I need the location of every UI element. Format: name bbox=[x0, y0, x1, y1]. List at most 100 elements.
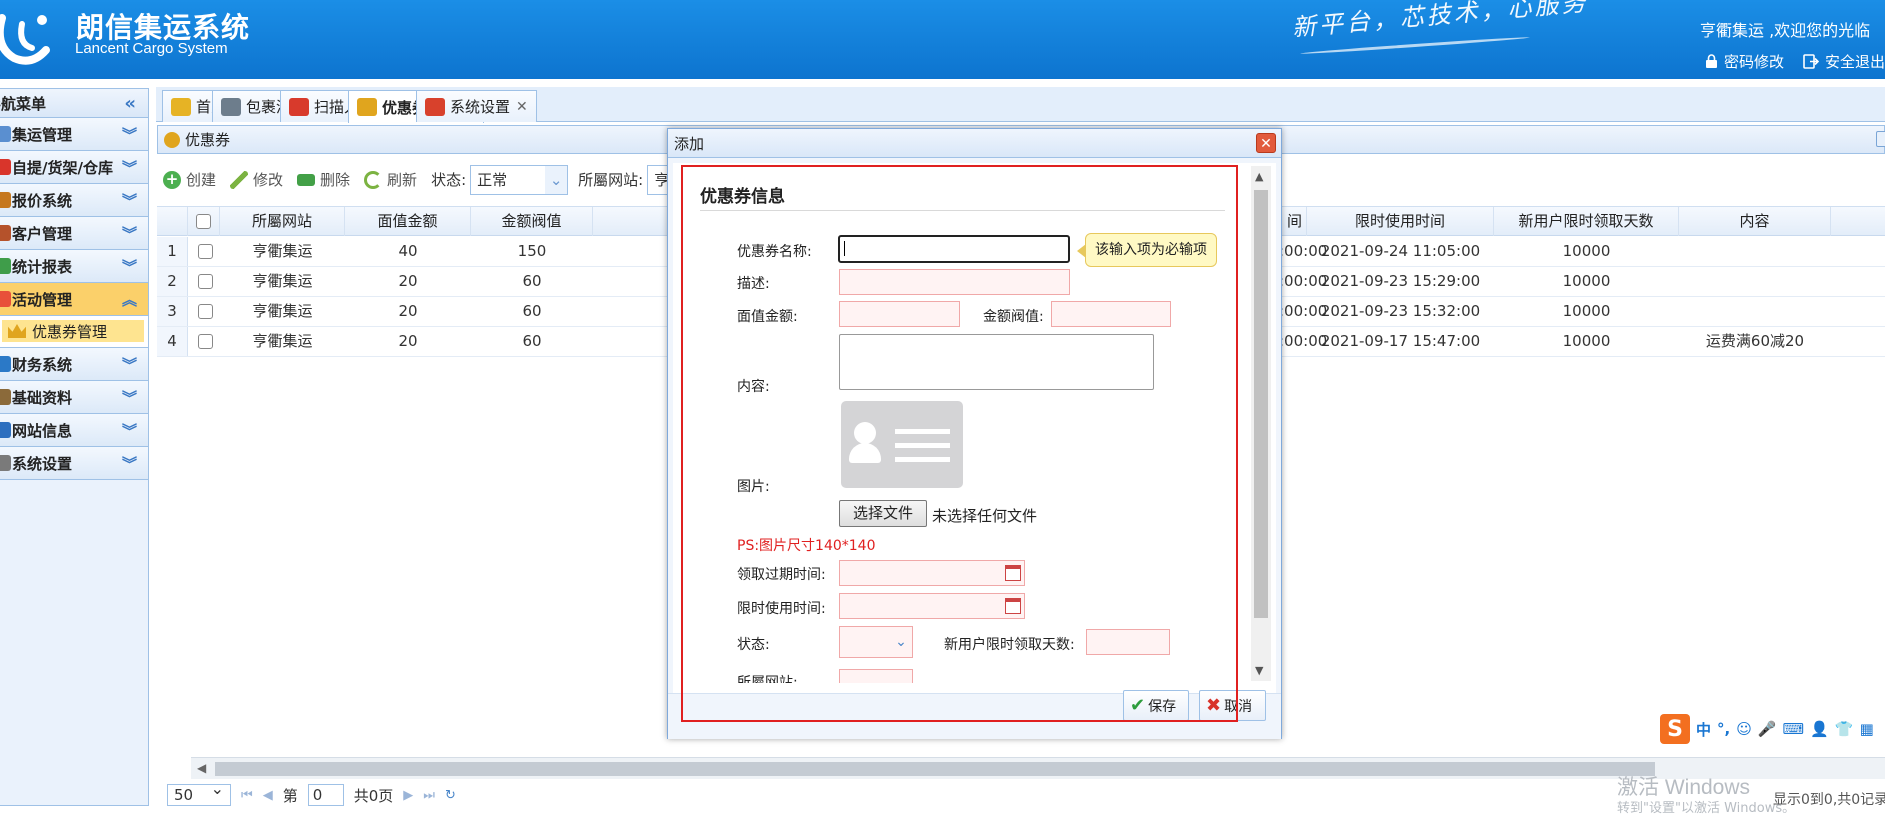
site-select[interactable]: ⌄ bbox=[839, 669, 913, 683]
password-change-link[interactable]: 密码修改 bbox=[1705, 51, 1784, 72]
sidebar-item-website[interactable]: 网站信息 ︾ bbox=[0, 414, 148, 447]
coupon-name-input[interactable] bbox=[838, 235, 1070, 263]
col-limit-time[interactable]: 限时使用时间 bbox=[1307, 207, 1494, 236]
site-row-clip: 所屬网站: ⌄ bbox=[700, 664, 1220, 683]
reload-icon[interactable]: ↻ bbox=[445, 788, 456, 803]
refresh-button[interactable]: 刷新 bbox=[364, 169, 417, 190]
new-user-days-label: 新用户限时领取天数: bbox=[944, 637, 1075, 653]
last-page-icon[interactable]: ⏭ bbox=[423, 788, 435, 803]
cancel-button[interactable]: ✖ 取消 bbox=[1199, 690, 1266, 721]
chevron-down-icon[interactable]: ︾ bbox=[122, 190, 137, 211]
sidebar-item-cargo[interactable]: 集运管理 ︾ bbox=[0, 118, 148, 151]
close-icon[interactable]: ✕ bbox=[1256, 133, 1276, 153]
calendar-icon[interactable] bbox=[1005, 598, 1021, 614]
chevron-down-icon[interactable]: ︾ bbox=[122, 420, 137, 441]
prev-page-icon[interactable]: ◀ bbox=[263, 788, 273, 803]
expire-time-input[interactable] bbox=[839, 560, 1025, 586]
dialog-scroll-thumb[interactable] bbox=[1254, 190, 1268, 618]
page-number-input[interactable]: 0 bbox=[307, 784, 344, 806]
next-page-icon[interactable]: ▶ bbox=[403, 788, 413, 803]
scroll-thumb[interactable] bbox=[215, 762, 1655, 776]
toolbox-icon[interactable]: ▦ bbox=[1860, 720, 1874, 738]
app-header: 朗信集运系统 Lancent Cargo System 新平台，芯技术，心服务 … bbox=[0, 0, 1885, 79]
sidebar-item-activity[interactable]: 活动管理 ︽ bbox=[0, 283, 148, 316]
sidebar-item-warehouse[interactable]: 自提/货架/仓库 ︾ bbox=[0, 151, 148, 184]
sogou-logo-icon[interactable]: S bbox=[1660, 714, 1690, 744]
cell-amount: 40 bbox=[398, 242, 418, 260]
chevron-down-icon[interactable]: ︾ bbox=[122, 354, 137, 375]
col-site[interactable]: 所屬网站 bbox=[220, 207, 345, 236]
sidebar-item-finance[interactable]: 财务系统 ︾ bbox=[0, 348, 148, 381]
scroll-left-icon[interactable]: ◀ bbox=[197, 761, 206, 775]
warehouse-icon bbox=[0, 159, 11, 175]
col-amount[interactable]: 面值金额 bbox=[345, 207, 471, 236]
row-checkbox[interactable] bbox=[198, 274, 213, 289]
skin-icon[interactable]: 👕 bbox=[1835, 720, 1854, 738]
sidebar-item-settings[interactable]: 系统设置 ︾ bbox=[0, 447, 148, 480]
save-button[interactable]: ✔ 保存 bbox=[1123, 690, 1189, 721]
cell-new-user-days: 10000 bbox=[1562, 302, 1611, 320]
chevron-down-icon[interactable]: ︾ bbox=[122, 387, 137, 408]
sidebar-item-label: 客户管理 bbox=[12, 224, 73, 243]
sidebar-item-quote[interactable]: 报价系统 ︾ bbox=[0, 184, 148, 217]
sidebar-item-label: 统计报表 bbox=[12, 257, 73, 276]
scroll-up-icon[interactable]: ▲ bbox=[1255, 170, 1263, 183]
new-user-days-input[interactable] bbox=[1086, 629, 1170, 655]
amount-input[interactable] bbox=[839, 301, 960, 327]
tab-settings[interactable]: 系统设置 ✕ bbox=[416, 90, 537, 122]
chevron-up-icon[interactable]: ︽ bbox=[122, 289, 137, 310]
cell-limit-time: 2021-09-24 11:05:00 bbox=[1320, 242, 1481, 260]
chevron-down-icon[interactable]: ︾ bbox=[122, 256, 137, 277]
cell-content bbox=[1679, 237, 1831, 266]
dialog-vertical-scrollbar[interactable]: ▲ ▼ bbox=[1251, 166, 1271, 681]
chevron-down-icon[interactable]: ︾ bbox=[122, 157, 137, 178]
chevron-down-icon[interactable]: ︾ bbox=[122, 124, 137, 145]
panel-maximize-icon[interactable] bbox=[1876, 131, 1885, 147]
microphone-icon[interactable]: 🎤 bbox=[1758, 720, 1777, 738]
sidebar-item-report[interactable]: 统计报表 ︾ bbox=[0, 250, 148, 283]
pencil-icon bbox=[230, 170, 249, 189]
select-all-checkbox[interactable] bbox=[196, 214, 211, 229]
cell-threshold: 60 bbox=[522, 302, 542, 320]
calendar-icon[interactable] bbox=[1005, 565, 1021, 581]
user-icon[interactable]: 👤 bbox=[1810, 720, 1829, 738]
status-select[interactable]: ⌄ bbox=[839, 626, 913, 658]
chevron-down-icon[interactable]: ︾ bbox=[122, 223, 137, 244]
truck-icon bbox=[221, 97, 241, 116]
row-checkbox[interactable] bbox=[198, 334, 213, 349]
close-tab-icon[interactable]: ✕ bbox=[516, 99, 528, 115]
logout-link[interactable]: 安全退出 bbox=[1803, 51, 1885, 72]
emoji-icon[interactable]: ☺ bbox=[1736, 720, 1752, 738]
choose-file-button[interactable]: 选择文件 bbox=[839, 500, 927, 527]
row-checkbox[interactable] bbox=[198, 304, 213, 319]
cell-site: 亨衢集运 bbox=[252, 242, 313, 260]
ime-punct[interactable]: °, bbox=[1717, 720, 1730, 738]
cell-new-user-days: 10000 bbox=[1562, 332, 1611, 350]
page-size-select[interactable]: 50 bbox=[167, 779, 231, 806]
amount-label: 面值金额: bbox=[737, 309, 798, 325]
scroll-down-icon[interactable]: ▼ bbox=[1255, 664, 1263, 677]
row-checkbox[interactable] bbox=[198, 244, 213, 259]
chevron-down-icon[interactable]: ︾ bbox=[122, 453, 137, 474]
limit-time-input[interactable] bbox=[839, 593, 1025, 619]
refresh-icon bbox=[364, 170, 383, 189]
first-page-icon[interactable]: ⏮ bbox=[241, 788, 253, 803]
collapse-nav-icon[interactable]: « bbox=[124, 93, 136, 114]
sidebar-item-coupon-management[interactable]: 优惠券管理 bbox=[2, 320, 144, 342]
sidebar-item-customer[interactable]: 客户管理 ︾ bbox=[0, 217, 148, 250]
edit-button[interactable]: 修改 bbox=[230, 169, 283, 190]
col-threshold[interactable]: 金额阀值 bbox=[471, 207, 593, 236]
sidebar-item-basic-data[interactable]: 基础资料 ︾ bbox=[0, 381, 148, 414]
ime-mode[interactable]: 中 bbox=[1696, 719, 1711, 740]
col-content[interactable]: 内容 bbox=[1679, 207, 1831, 236]
create-button[interactable]: + 创建 bbox=[163, 169, 216, 190]
col-new-user-days[interactable]: 新用户限时领取天数 bbox=[1494, 207, 1679, 236]
threshold-input[interactable] bbox=[1051, 301, 1171, 327]
content-textarea[interactable] bbox=[839, 334, 1154, 390]
delete-button[interactable]: 删除 bbox=[297, 169, 350, 190]
status-filter-select[interactable]: 正常 ⌄ bbox=[470, 164, 569, 195]
row-number: 1 bbox=[157, 237, 188, 266]
description-input[interactable] bbox=[839, 269, 1070, 295]
activity-icon bbox=[0, 291, 11, 307]
keyboard-icon[interactable]: ⌨ bbox=[1783, 720, 1805, 738]
